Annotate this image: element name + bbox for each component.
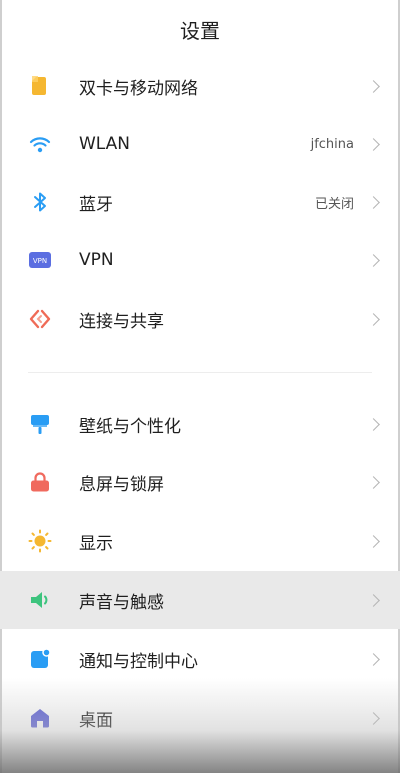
vpn-icon: VPN bbox=[28, 248, 52, 272]
page-title: 设置 bbox=[180, 18, 220, 43]
settings-item-wlan[interactable]: WLAN jfchina bbox=[0, 115, 400, 173]
wifi-icon bbox=[28, 132, 52, 156]
wallpaper-icon bbox=[28, 412, 52, 436]
chevron-right-icon bbox=[367, 534, 380, 548]
settings-item-label: 连接与共享 bbox=[79, 311, 164, 332]
settings-item-label: 桌面 bbox=[79, 710, 113, 731]
settings-item-label: 壁纸与个性化 bbox=[79, 416, 181, 437]
settings-item-vpn[interactable]: VPN VPN bbox=[0, 231, 400, 289]
settings-item-label: WLAN bbox=[79, 134, 131, 154]
connection-share-icon bbox=[28, 307, 52, 331]
lock-icon bbox=[28, 470, 52, 494]
sun-icon bbox=[28, 529, 52, 553]
settings-item-display[interactable]: 显示 bbox=[0, 512, 400, 570]
bluetooth-icon bbox=[28, 190, 52, 214]
chevron-right-icon bbox=[367, 475, 380, 489]
settings-item-connection-share[interactable]: 连接与共享 bbox=[0, 290, 400, 348]
chevron-right-icon bbox=[367, 417, 380, 431]
chevron-right-icon bbox=[367, 312, 380, 326]
svg-text:VPN: VPN bbox=[33, 257, 47, 265]
settings-item-label: 声音与触感 bbox=[79, 592, 164, 613]
chevron-right-icon bbox=[367, 593, 380, 607]
notification-icon bbox=[28, 647, 52, 671]
home-icon bbox=[28, 706, 52, 730]
settings-item-value: 已关闭 bbox=[314, 196, 354, 212]
sim-card-icon bbox=[28, 74, 52, 98]
settings-item-label: 双卡与移动网络 bbox=[79, 78, 198, 99]
chevron-right-icon bbox=[367, 137, 380, 151]
settings-item-value: jfchina bbox=[310, 136, 354, 152]
settings-item-home-screen[interactable]: 桌面 bbox=[0, 689, 400, 747]
settings-item-sim-network[interactable]: 双卡与移动网络 bbox=[0, 57, 400, 115]
chevron-right-icon bbox=[367, 79, 380, 93]
settings-item-lock-screen[interactable]: 息屏与锁屏 bbox=[0, 453, 400, 511]
settings-item-bluetooth[interactable]: 蓝牙 已关闭 bbox=[0, 173, 400, 231]
settings-item-notifications[interactable]: 通知与控制中心 bbox=[0, 630, 400, 688]
section-divider bbox=[28, 372, 372, 373]
chevron-right-icon bbox=[367, 711, 380, 725]
chevron-right-icon bbox=[367, 652, 380, 666]
settings-item-label: 息屏与锁屏 bbox=[79, 474, 164, 495]
settings-item-label: VPN bbox=[79, 250, 114, 270]
chevron-right-icon bbox=[367, 195, 380, 209]
settings-item-label: 蓝牙 bbox=[79, 194, 113, 215]
speaker-icon bbox=[28, 588, 52, 612]
chevron-right-icon bbox=[367, 253, 380, 267]
settings-item-sound[interactable]: 声音与触感 bbox=[0, 571, 400, 629]
settings-item-label: 显示 bbox=[79, 533, 113, 554]
settings-item-wallpaper[interactable]: 壁纸与个性化 bbox=[0, 395, 400, 453]
settings-item-label: 通知与控制中心 bbox=[79, 651, 198, 672]
